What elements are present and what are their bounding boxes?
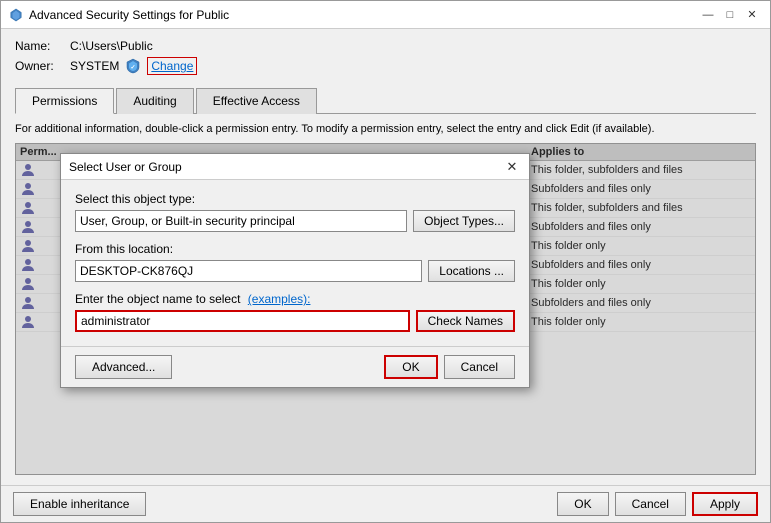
name-row: Name: C:\Users\Public [15,39,756,53]
main-area: Perm... Applies to This folder, subfolde… [15,143,756,475]
name-value: C:\Users\Public [70,39,153,53]
object-type-row: Object Types... [75,210,515,232]
object-name-label-row: Enter the object name to select (example… [75,292,515,306]
dialog-body: Select this object type: Object Types...… [61,180,529,346]
cancel-button[interactable]: Cancel [615,492,686,516]
from-location-input[interactable] [75,260,422,282]
apply-button[interactable]: Apply [692,492,758,516]
ok-button[interactable]: OK [557,492,608,516]
from-location-label: From this location: [75,242,515,256]
owner-label: Owner: [15,59,70,73]
dialog-close-button[interactable]: ✕ [503,158,521,176]
select-user-dialog: Select User or Group ✕ Select this objec… [60,153,530,388]
dialog-ok-button[interactable]: OK [384,355,437,379]
bottom-bar: Enable inheritance OK Cancel Apply [1,485,770,522]
title-bar-controls: — □ ✕ [698,6,762,24]
window-title: Advanced Security Settings for Public [29,8,229,22]
object-type-input[interactable] [75,210,407,232]
tab-permissions[interactable]: Permissions [15,88,114,114]
dialog-title-text: Select User or Group [69,160,182,174]
enable-inheritance-button[interactable]: Enable inheritance [13,492,146,516]
info-text: For additional information, double-click… [15,122,756,137]
owner-shield-icon: ✓ [125,58,141,74]
dialog-cancel-button[interactable]: Cancel [444,355,515,379]
from-location-row: Locations ... [75,260,515,282]
check-names-button[interactable]: Check Names [416,310,515,332]
title-bar: Advanced Security Settings for Public — … [1,1,770,29]
close-button[interactable]: ✕ [742,6,762,24]
name-input-row: Check Names [75,310,515,336]
minimize-button[interactable]: — [698,6,718,24]
title-bar-left: Advanced Security Settings for Public [9,8,229,22]
object-types-button[interactable]: Object Types... [413,210,515,232]
dialog-overlay: Select User or Group ✕ Select this objec… [15,143,756,475]
dialog-title-bar: Select User or Group ✕ [61,154,529,180]
name-input-area [75,310,410,336]
object-type-label: Select this object type: [75,192,515,206]
owner-row: Owner: SYSTEM ✓ Change [15,57,756,75]
maximize-button[interactable]: □ [720,6,740,24]
dialog-footer-right: OK Cancel [384,355,515,379]
bottom-bar-right: OK Cancel Apply [557,492,758,516]
svg-text:✓: ✓ [131,65,136,71]
tabs-bar: Permissions Auditing Effective Access [15,87,756,114]
name-label: Name: [15,39,70,53]
advanced-button[interactable]: Advanced... [75,355,172,379]
object-name-input[interactable] [75,310,410,332]
locations-button[interactable]: Locations ... [428,260,515,282]
change-link[interactable]: Change [147,57,197,75]
window-icon [9,8,23,22]
examples-link[interactable]: (examples): [248,292,311,306]
main-window: Advanced Security Settings for Public — … [0,0,771,523]
tab-effective-access[interactable]: Effective Access [196,88,317,114]
tab-auditing[interactable]: Auditing [116,88,193,114]
owner-value: SYSTEM [70,59,119,73]
main-content: Name: C:\Users\Public Owner: SYSTEM ✓ Ch… [1,29,770,485]
dialog-footer: Advanced... OK Cancel [61,346,529,387]
object-name-label: Enter the object name to select [75,292,240,306]
